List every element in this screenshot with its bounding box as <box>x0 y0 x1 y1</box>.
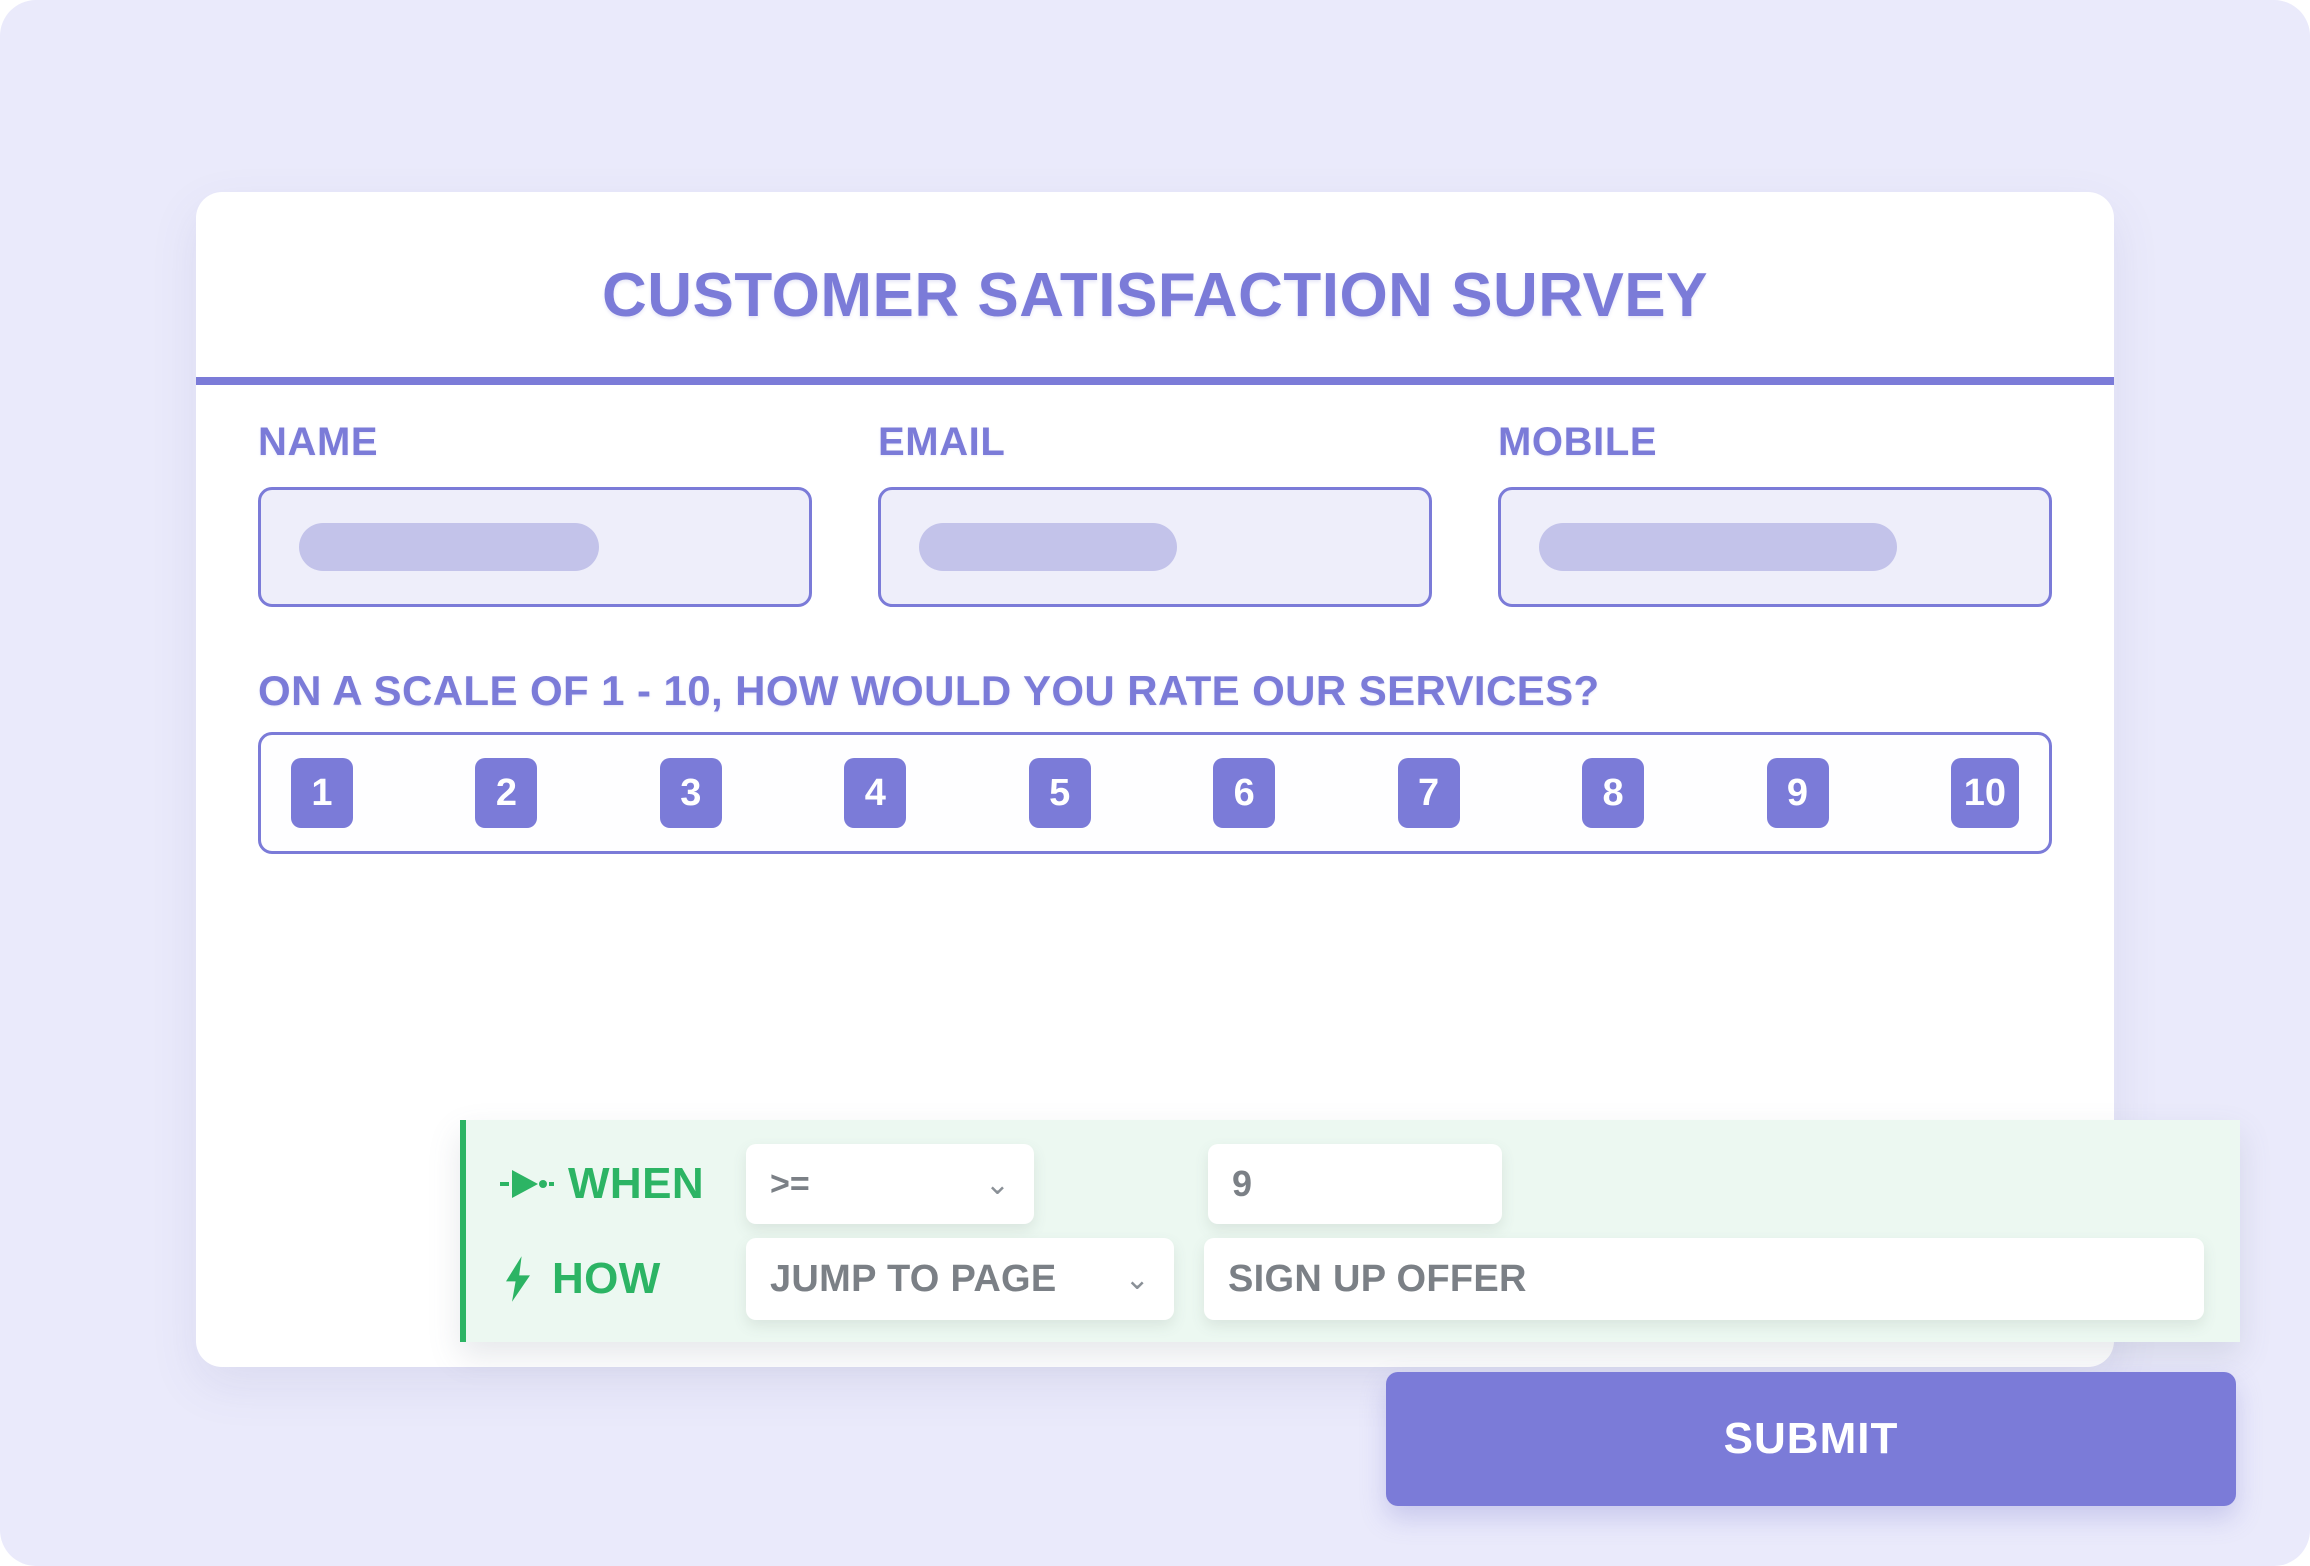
submit-button[interactable]: SUBMIT <box>1386 1372 2236 1506</box>
logic-how-key: HOW <box>498 1254 746 1304</box>
mobile-placeholder-pill <box>1539 523 1897 571</box>
rating-option-6[interactable]: 6 <box>1213 758 1276 828</box>
logic-row-when: WHEN >= ⌄ 9 <box>498 1144 1502 1224</box>
logic-when-label: WHEN <box>568 1159 705 1208</box>
name-placeholder-pill <box>299 523 599 571</box>
operator-dropdown[interactable]: >= ⌄ <box>746 1144 1034 1224</box>
rating-scale: 1 2 3 4 5 6 7 8 9 10 <box>258 732 2052 854</box>
chevron-down-icon: ⌄ <box>984 1167 1010 1201</box>
logic-row-how: HOW JUMP TO PAGE ⌄ SIGN UP OFFER <box>498 1238 2204 1320</box>
title-divider <box>196 377 2114 385</box>
rating-option-8[interactable]: 8 <box>1582 758 1645 828</box>
chevron-down-icon: ⌄ <box>1124 1262 1150 1296</box>
field-email: EMAIL <box>878 420 1432 607</box>
rating-option-5[interactable]: 5 <box>1028 758 1091 828</box>
mobile-input[interactable] <box>1498 487 2052 607</box>
page-title: CUSTOMER SATISFACTION SURVEY <box>601 261 1709 330</box>
field-mobile: MOBILE <box>1498 420 2052 607</box>
rating-option-9[interactable]: 9 <box>1766 758 1829 828</box>
field-name: NAME <box>258 420 812 607</box>
field-label-mobile: MOBILE <box>1498 420 1658 464</box>
field-label-name: NAME <box>258 420 379 464</box>
page-root: CUSTOMER SATISFACTION SURVEY NAME EMAIL … <box>0 0 2310 1566</box>
action-target-value: SIGN UP OFFER <box>1228 1257 1527 1300</box>
rating-option-2[interactable]: 2 <box>475 758 538 828</box>
field-label-email: EMAIL <box>878 420 1006 464</box>
survey-card: CUSTOMER SATISFACTION SURVEY NAME EMAIL … <box>196 192 2240 1506</box>
rating-option-1[interactable]: 1 <box>291 758 353 828</box>
contact-fields: NAME EMAIL MOBILE <box>258 420 2052 607</box>
conditional-logic-panel: WHEN >= ⌄ 9 HOW JUMP TO PAGE ⌄ SIGN UP O… <box>460 1120 2240 1342</box>
rating-option-10[interactable]: 10 <box>1950 758 2019 828</box>
logic-when-key: WHEN <box>498 1159 746 1209</box>
action-value: JUMP TO PAGE <box>770 1257 1057 1300</box>
logic-how-label: HOW <box>552 1254 661 1303</box>
name-input[interactable] <box>258 487 812 607</box>
play-node-icon <box>498 1166 554 1202</box>
condition-value-input[interactable]: 9 <box>1208 1144 1502 1224</box>
action-dropdown[interactable]: JUMP TO PAGE ⌄ <box>746 1238 1174 1320</box>
rating-option-3[interactable]: 3 <box>659 758 722 828</box>
email-input[interactable] <box>878 487 1432 607</box>
lightning-bolt-icon <box>498 1255 538 1303</box>
rating-option-4[interactable]: 4 <box>844 758 907 828</box>
rating-question: ON A SCALE OF 1 - 10, HOW WOULD YOU RATE… <box>258 667 1600 714</box>
rating-option-7[interactable]: 7 <box>1397 758 1460 828</box>
action-target-input[interactable]: SIGN UP OFFER <box>1204 1238 2204 1320</box>
operator-value: >= <box>770 1164 810 1203</box>
condition-value: 9 <box>1232 1163 1253 1204</box>
email-placeholder-pill <box>919 523 1177 571</box>
